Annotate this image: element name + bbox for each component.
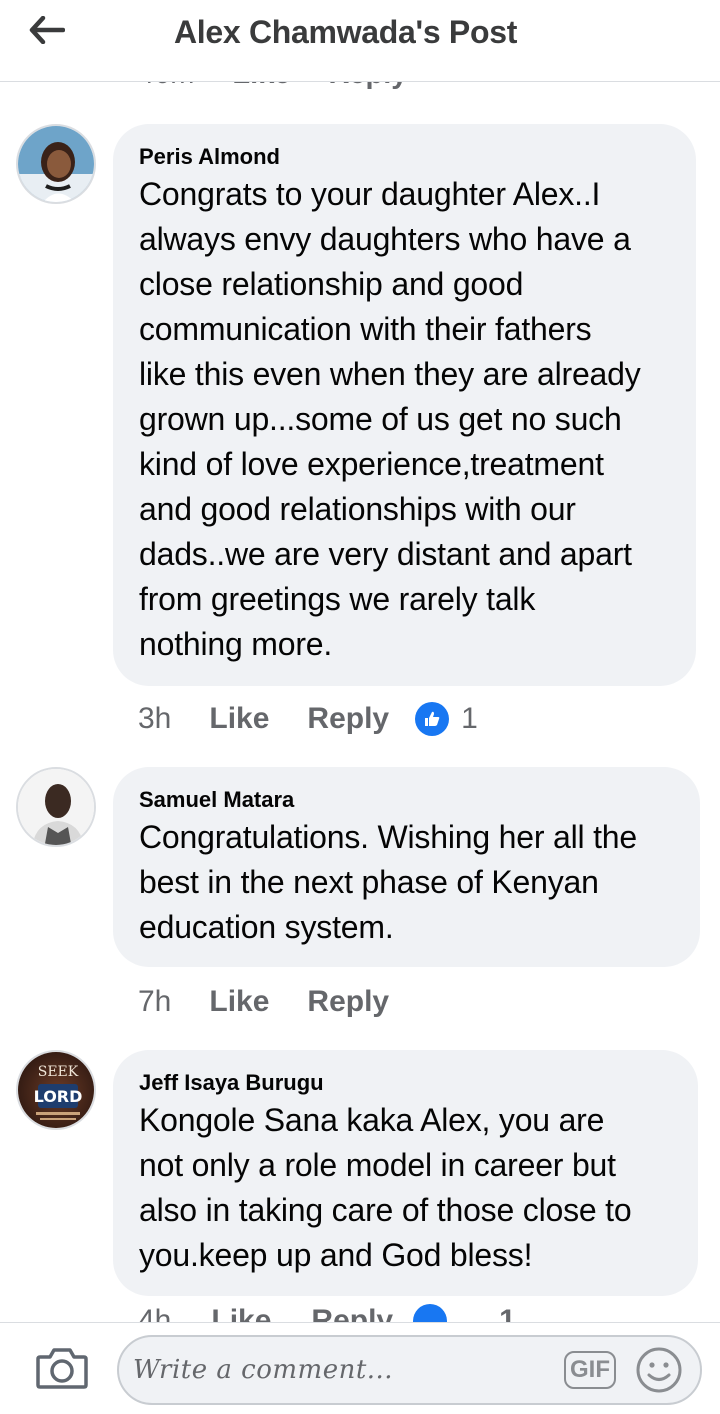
- top-bar: Alex Chamwada's Post: [0, 0, 720, 82]
- comment-time: 7h: [138, 985, 172, 1018]
- avatar[interactable]: [16, 767, 96, 847]
- gif-button[interactable]: GIF: [564, 1351, 616, 1389]
- reply-button[interactable]: Reply: [311, 1304, 393, 1322]
- comment-actions: 3h Like Reply 1: [138, 702, 478, 736]
- reply-button[interactable]: Reply: [307, 985, 389, 1019]
- comment-time: 4h: [138, 1304, 172, 1322]
- comment-author[interactable]: Jeff Isaya Burugu: [139, 1068, 676, 1098]
- comment-actions: 4h Like Reply 1: [138, 1304, 516, 1322]
- arrow-left-icon: [29, 16, 65, 44]
- reply-button[interactable]: Reply: [307, 702, 389, 736]
- back-button[interactable]: [22, 10, 72, 50]
- camera-button[interactable]: [36, 1345, 88, 1391]
- comment-bubble[interactable]: Peris Almond Congrats to your daughter A…: [113, 124, 696, 686]
- smiley-icon: [636, 1347, 682, 1393]
- comment-author[interactable]: Peris Almond: [139, 142, 674, 172]
- comment-author[interactable]: Samuel Matara: [139, 785, 678, 815]
- like-button[interactable]: Like: [209, 985, 269, 1019]
- comments-feed[interactable]: 46m Like Reply Peris Almond Congrats to …: [0, 82, 720, 1322]
- emoji-button[interactable]: [635, 1346, 683, 1394]
- avatar-logo-text: LORD: [34, 1087, 83, 1106]
- like-button[interactable]: Like: [209, 702, 269, 736]
- avatar-image: [18, 769, 94, 845]
- reply-button[interactable]: Reply: [328, 82, 407, 91]
- comment-composer: Write a comment... GIF: [0, 1322, 720, 1414]
- previous-comment-actions: 46m Like Reply: [138, 82, 407, 91]
- avatar-image: SEEK LORD: [18, 1052, 94, 1128]
- comment-input-placeholder: Write a comment...: [133, 1355, 394, 1385]
- like-button[interactable]: Like: [232, 82, 290, 91]
- avatar[interactable]: SEEK LORD: [16, 1050, 96, 1130]
- comment-time: 3h: [138, 702, 172, 735]
- page-title: Alex Chamwada's Post: [174, 14, 518, 50]
- reaction-count: 1: [461, 702, 478, 735]
- reaction-count: 1: [499, 1304, 516, 1322]
- like-button[interactable]: Like: [211, 1304, 271, 1322]
- comment-text: Kongole Sana kaka Alex, you are not only…: [139, 1102, 632, 1273]
- comment-text: Congrats to your daughter Alex..I always…: [139, 176, 641, 662]
- thumbs-up-icon: [413, 1304, 448, 1322]
- reaction-summary[interactable]: 1: [415, 702, 478, 736]
- comment-bubble[interactable]: Samuel Matara Congratulations. Wishing h…: [113, 767, 700, 967]
- avatar-logo-text: SEEK: [38, 1064, 79, 1080]
- avatar[interactable]: [16, 124, 96, 204]
- thumbs-up-icon: [415, 702, 450, 736]
- comment-actions: 7h Like Reply: [138, 985, 427, 1019]
- comment-input[interactable]: Write a comment... GIF: [117, 1335, 702, 1405]
- comment-text: Congratulations. Wishing her all the bes…: [139, 819, 637, 945]
- comment-time: 46m: [138, 82, 194, 91]
- comment-bubble[interactable]: Jeff Isaya Burugu Kongole Sana kaka Alex…: [113, 1050, 698, 1296]
- avatar-image: [18, 126, 94, 202]
- camera-icon: [36, 1348, 88, 1389]
